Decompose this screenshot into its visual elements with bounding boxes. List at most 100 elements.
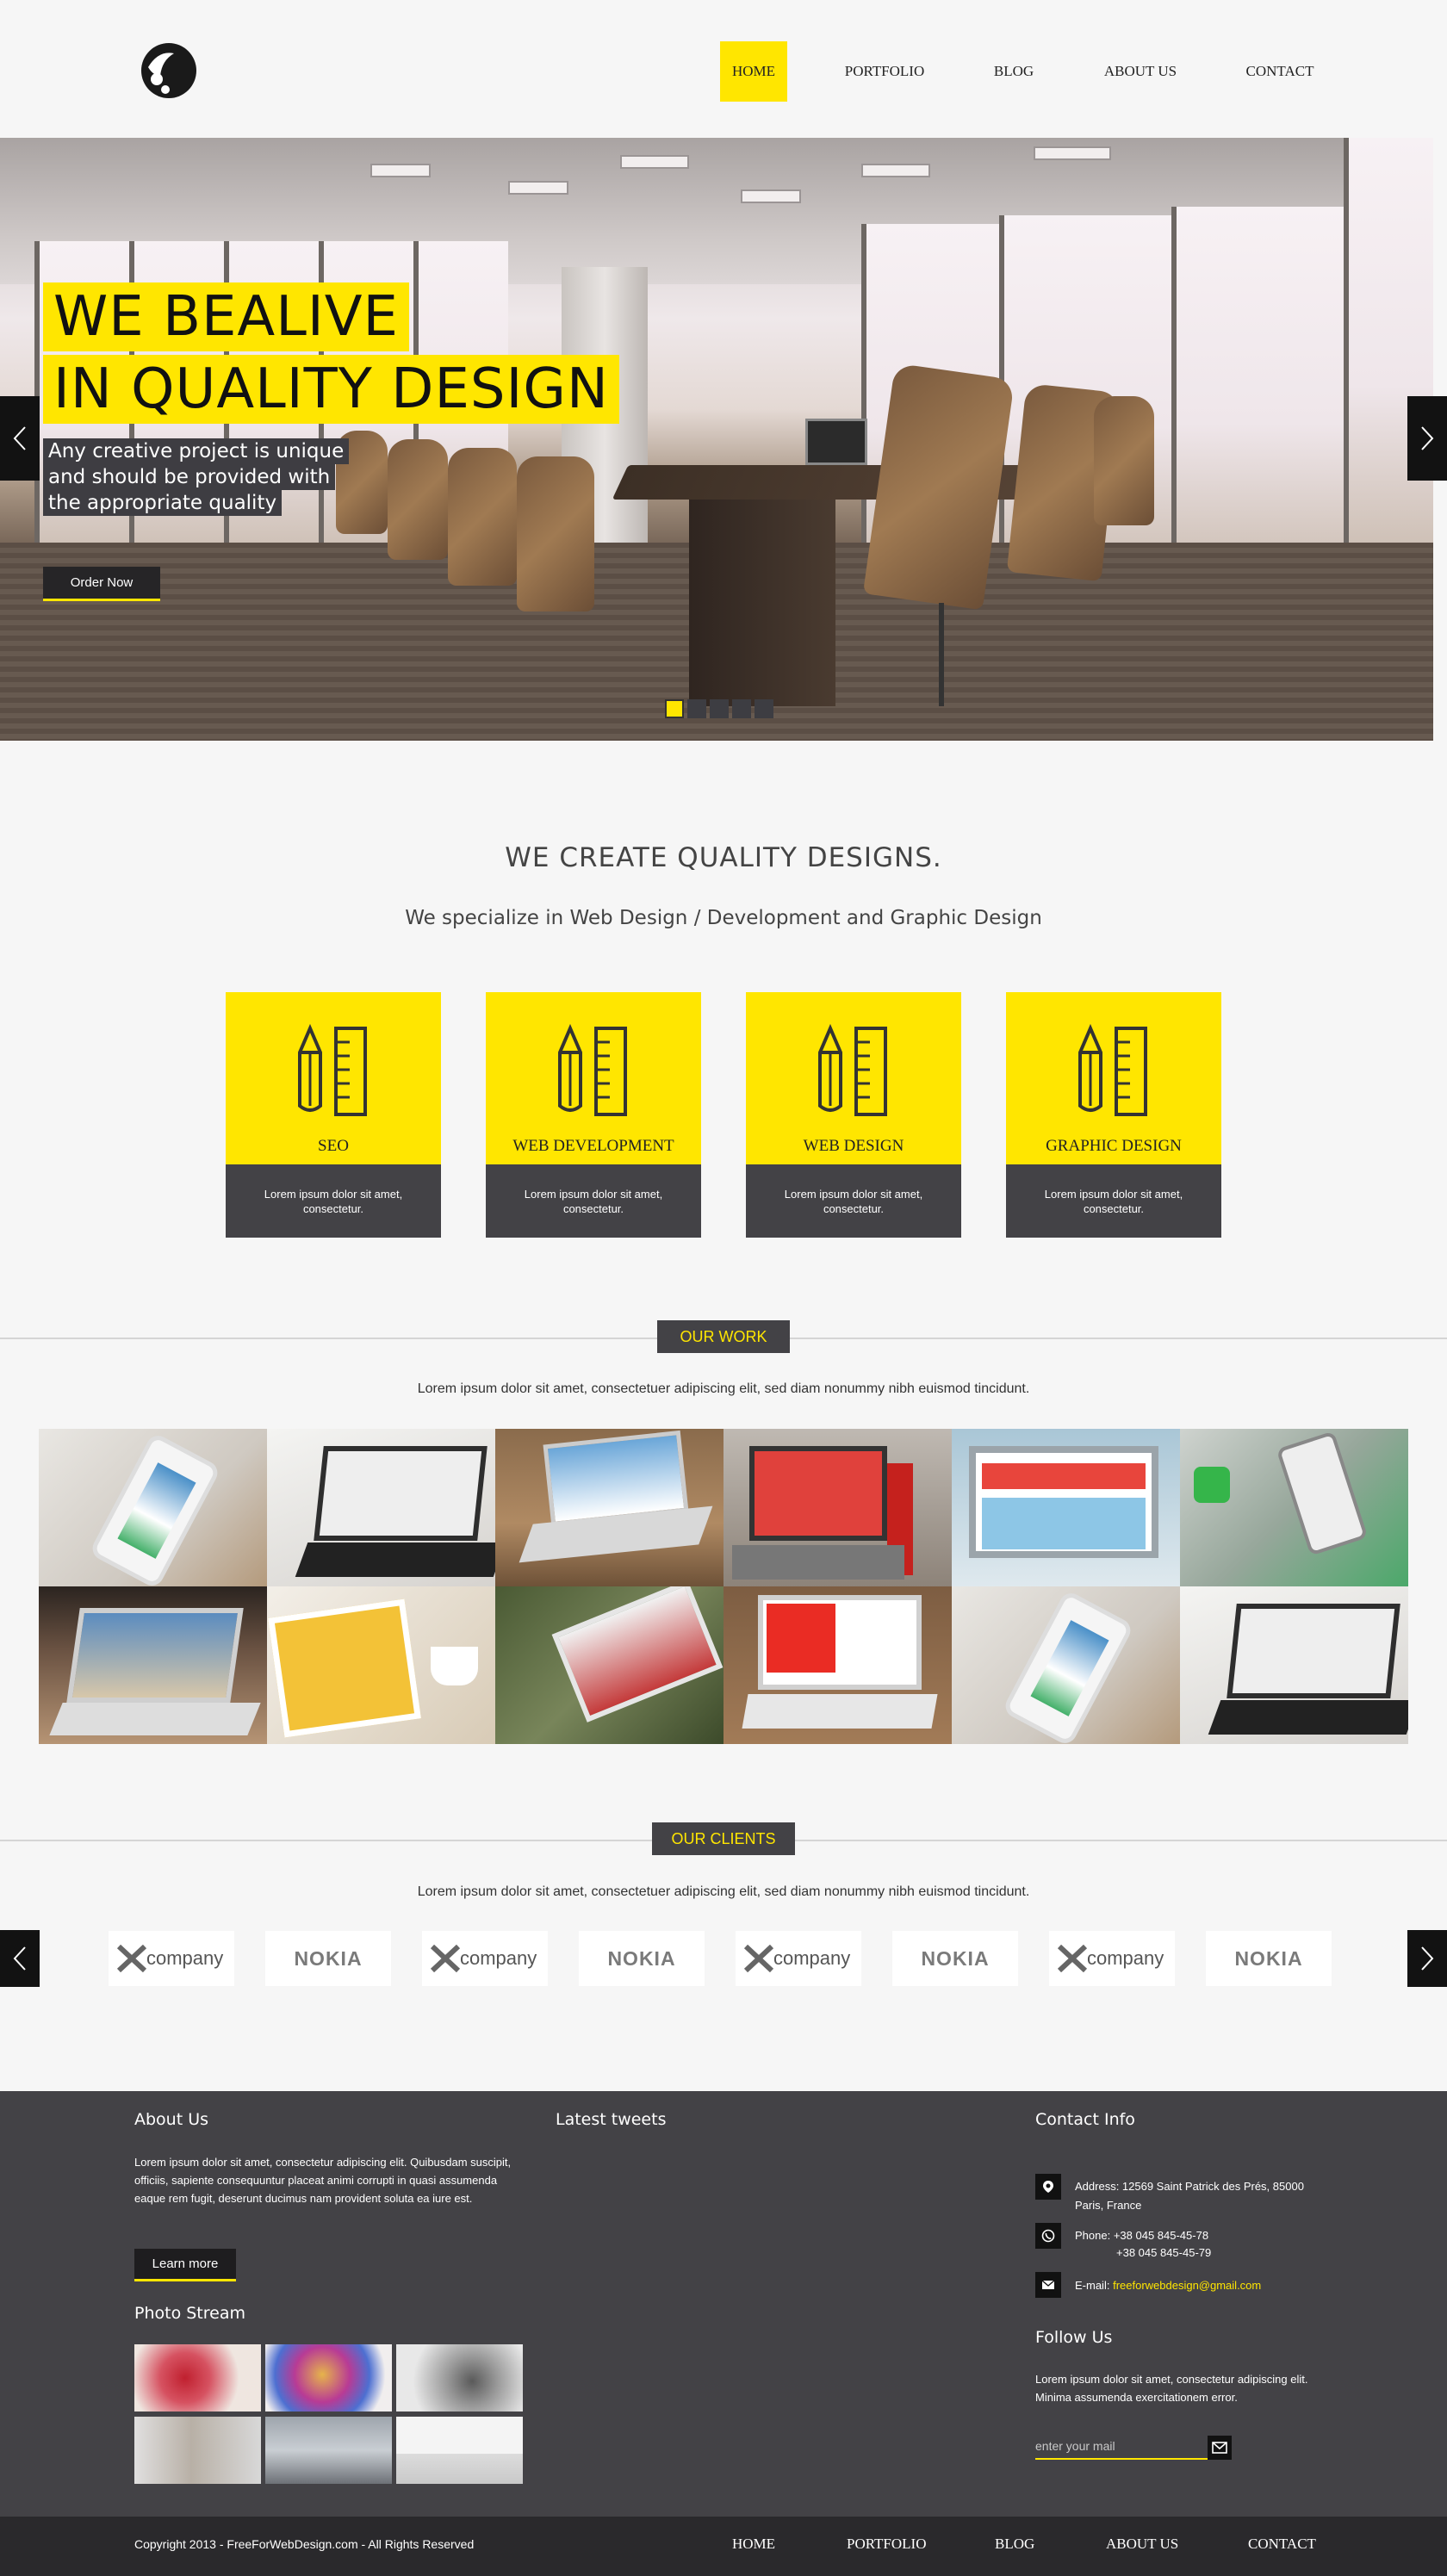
x-company-logo-icon bbox=[117, 1945, 146, 1972]
our-clients-heading: OUR CLIENTS bbox=[652, 1822, 795, 1855]
slider-dot[interactable] bbox=[665, 699, 684, 718]
contact-phone-line-2: +38 045 845-45-79 bbox=[1116, 2246, 1212, 2259]
nav-portfolio[interactable]: PORTFOLIO bbox=[837, 41, 932, 102]
our-work-heading: OUR WORK bbox=[657, 1320, 790, 1353]
clients-next-button[interactable] bbox=[1407, 1930, 1447, 1987]
portfolio-item[interactable] bbox=[267, 1586, 495, 1744]
client-logo[interactable]: NOKIA bbox=[892, 1931, 1018, 1986]
subscribe-email-input[interactable] bbox=[1035, 2434, 1208, 2460]
hero-image-chair bbox=[517, 456, 594, 611]
pencil-ruler-icon bbox=[818, 1023, 887, 1116]
contact-email-link[interactable]: freeforwebdesign@gmail.com bbox=[1113, 2279, 1261, 2292]
pencil-ruler-icon bbox=[1078, 1023, 1147, 1116]
client-name: NOKIA bbox=[1234, 1947, 1303, 1970]
nav-blog[interactable]: BLOG bbox=[984, 41, 1044, 102]
screen-red-block bbox=[767, 1604, 835, 1673]
client-logo[interactable]: NOKIA bbox=[579, 1931, 705, 1986]
learn-more-button[interactable]: Learn more bbox=[134, 2249, 236, 2281]
hero-prev-button[interactable] bbox=[0, 396, 40, 481]
footer-nav-blog[interactable]: BLOG bbox=[995, 2536, 1034, 2553]
client-logo[interactable]: company bbox=[1049, 1931, 1175, 1986]
slider-dot[interactable] bbox=[710, 699, 729, 718]
hero-image-chair bbox=[388, 439, 448, 560]
map-pin-icon bbox=[1043, 2181, 1053, 2193]
portfolio-item[interactable] bbox=[39, 1586, 267, 1744]
footer-nav-portfolio[interactable]: PORTFOLIO bbox=[847, 2536, 927, 2553]
phone-mockup bbox=[1276, 1431, 1369, 1556]
nav-home[interactable]: HOME bbox=[720, 41, 787, 102]
slider-dot[interactable] bbox=[687, 699, 706, 718]
slider-dot[interactable] bbox=[732, 699, 751, 718]
laptop-mockup bbox=[66, 1608, 244, 1703]
service-card-web-development[interactable]: WEB DEVELOPMENT Lorem ipsum dolor sit am… bbox=[486, 992, 701, 1238]
client-name: company bbox=[146, 1947, 224, 1969]
our-clients-description: Lorem ipsum dolor sit amet, consectetuer… bbox=[417, 1884, 1030, 1899]
hero-next-button[interactable] bbox=[1407, 396, 1447, 481]
chevron-right-icon bbox=[1421, 1946, 1434, 1971]
service-card-seo[interactable]: SEO Lorem ipsum dolor sit amet, consecte… bbox=[226, 992, 441, 1238]
clients-prev-button[interactable] bbox=[0, 1930, 40, 1987]
hero-subtitle-line-3: the appropriate quality bbox=[43, 490, 283, 516]
client-logo[interactable]: NOKIA bbox=[1206, 1931, 1332, 1986]
portfolio-item[interactable] bbox=[724, 1586, 952, 1744]
chevron-right-icon bbox=[1421, 426, 1434, 450]
footer-nav-contact[interactable]: CONTACT bbox=[1248, 2536, 1316, 2553]
contact-phone-line-1: Phone: +38 045 845-45-78 bbox=[1075, 2229, 1209, 2242]
service-card-web-design[interactable]: WEB DESIGN Lorem ipsum dolor sit amet, c… bbox=[746, 992, 961, 1238]
portfolio-item[interactable] bbox=[39, 1429, 267, 1586]
photo-stream-item[interactable] bbox=[134, 2417, 261, 2484]
photo-stream-item[interactable] bbox=[396, 2344, 523, 2412]
chevron-left-icon bbox=[13, 426, 26, 450]
portfolio-item[interactable] bbox=[724, 1429, 952, 1586]
photo-stream-item[interactable] bbox=[396, 2417, 523, 2484]
copyright-text: Copyright 2013 - FreeForWebDesign.com - … bbox=[134, 2537, 475, 2551]
hero-image-chair bbox=[1094, 396, 1154, 525]
envelope-icon bbox=[1212, 2442, 1227, 2454]
slider-dot[interactable] bbox=[755, 699, 773, 718]
laptop-mockup bbox=[749, 1446, 887, 1541]
portfolio-item[interactable] bbox=[1180, 1429, 1408, 1586]
pencil-ruler-icon bbox=[298, 1023, 367, 1116]
service-label: WEB DEVELOPMENT bbox=[512, 1137, 674, 1155]
order-now-button[interactable]: Order Now bbox=[43, 567, 160, 601]
client-logo[interactable]: company bbox=[109, 1931, 234, 1986]
nav-about-us[interactable]: ABOUT US bbox=[1096, 41, 1185, 102]
whatsapp-icon bbox=[1041, 2229, 1055, 2243]
logo-icon[interactable] bbox=[140, 41, 198, 100]
service-card-top: GRAPHIC DESIGN bbox=[1006, 992, 1221, 1164]
tablet-mockup bbox=[268, 1598, 421, 1738]
portfolio-item[interactable] bbox=[1180, 1586, 1408, 1744]
follow-us-heading: Follow Us bbox=[1035, 2328, 1113, 2347]
laptop-keyboard bbox=[732, 1545, 904, 1580]
photo-stream-item[interactable] bbox=[265, 2344, 392, 2412]
subscribe-button[interactable] bbox=[1208, 2436, 1232, 2460]
client-logo[interactable]: company bbox=[736, 1931, 861, 1986]
nav-contact[interactable]: CONTACT bbox=[1237, 41, 1323, 102]
portfolio-item[interactable] bbox=[952, 1429, 1180, 1586]
service-description: Lorem ipsum dolor sit amet, consectetur. bbox=[486, 1164, 701, 1238]
intro-subtitle: We specialize in Web Design / Developmen… bbox=[405, 907, 1042, 929]
footer-nav-home[interactable]: HOME bbox=[732, 2536, 775, 2553]
portfolio-item[interactable] bbox=[495, 1429, 724, 1586]
client-logo[interactable]: company bbox=[422, 1931, 548, 1986]
photo-stream-item[interactable] bbox=[134, 2344, 261, 2412]
portfolio-item[interactable] bbox=[267, 1429, 495, 1586]
service-label: WEB DESIGN bbox=[803, 1137, 904, 1155]
portfolio-item[interactable] bbox=[952, 1586, 1180, 1744]
pencil-ruler-icon bbox=[558, 1023, 627, 1116]
client-logo[interactable]: NOKIA bbox=[265, 1931, 391, 1986]
hero-image-chair bbox=[448, 448, 517, 586]
laptop-keyboard bbox=[1208, 1700, 1408, 1735]
hero-image-window bbox=[1344, 138, 1433, 551]
footer-nav-about-us[interactable]: ABOUT US bbox=[1106, 2536, 1178, 2553]
chevron-left-icon bbox=[13, 1946, 26, 1971]
photo-stream-item[interactable] bbox=[265, 2417, 392, 2484]
hero-title-line-2: IN QUALITY DESIGN bbox=[43, 355, 619, 424]
laptop-mockup bbox=[314, 1446, 488, 1541]
screen-content bbox=[982, 1498, 1146, 1549]
envelope-icon bbox=[1041, 2280, 1055, 2289]
portfolio-item[interactable] bbox=[495, 1586, 724, 1744]
service-card-graphic-design[interactable]: GRAPHIC DESIGN Lorem ipsum dolor sit ame… bbox=[1006, 992, 1221, 1238]
contact-info-heading: Contact Info bbox=[1035, 2110, 1135, 2129]
laptop-keyboard bbox=[742, 1694, 938, 1729]
